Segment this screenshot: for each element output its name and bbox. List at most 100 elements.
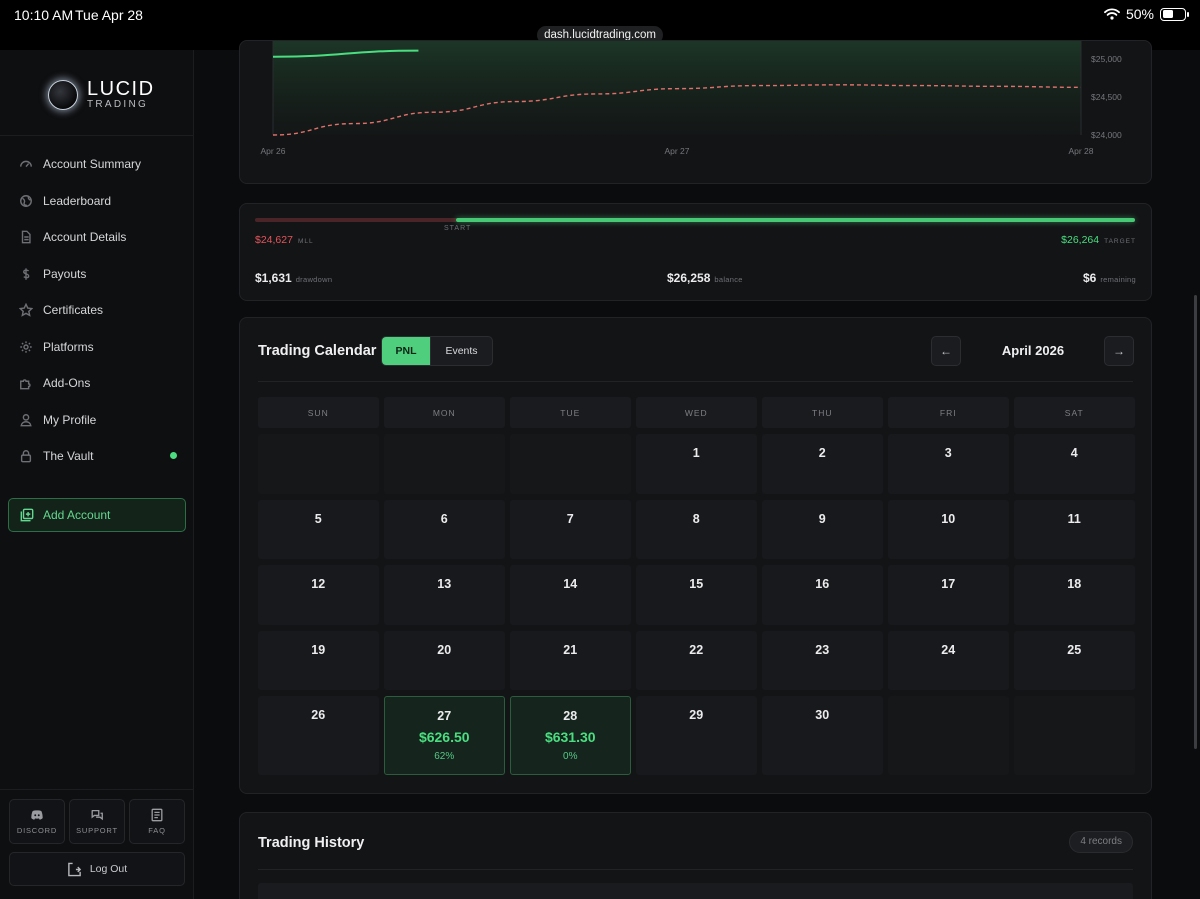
- day-number: 10: [941, 511, 956, 526]
- day-pnl-percent: 0%: [563, 751, 578, 762]
- calendar-day-30[interactable]: 30: [762, 696, 883, 775]
- drawdown-label: drawdown: [295, 275, 333, 284]
- day-number: 27: [437, 709, 452, 723]
- calendar-day-16[interactable]: 16: [762, 565, 883, 625]
- trading-calendar-card: Trading Calendar PNL Events ← April 2026…: [239, 317, 1152, 794]
- calendar-day-24[interactable]: 24: [888, 630, 1009, 690]
- day-number: 11: [1067, 511, 1081, 526]
- vault-status-dot: [170, 452, 177, 459]
- discord-button[interactable]: DISCORD: [9, 799, 65, 844]
- day-number: 2: [818, 446, 826, 460]
- faq-button[interactable]: FAQ: [129, 799, 185, 844]
- add-account-button[interactable]: Add Account: [8, 498, 186, 532]
- calendar-day-5[interactable]: 5: [258, 499, 379, 559]
- calendar-divider: [258, 381, 1133, 382]
- calendar-day-28[interactable]: 28 $631.30 0%: [510, 696, 631, 775]
- brand-logo[interactable]: LUCID TRADING: [48, 79, 155, 111]
- calendar-day-empty: [510, 434, 631, 494]
- sidebar-item-label: Account Details: [43, 230, 127, 245]
- calendar-day-20[interactable]: 20: [384, 630, 505, 690]
- sidebar-item-label: Payouts: [43, 266, 87, 281]
- page-scrollbar[interactable]: [1194, 295, 1197, 749]
- calendar-day-14[interactable]: 14: [510, 565, 631, 625]
- sidebar: LUCID TRADING Account Summary Leaderboar…: [0, 50, 194, 899]
- calendar-day-17[interactable]: 17: [888, 565, 1009, 625]
- remaining-stat: $6 remaining: [1083, 271, 1136, 285]
- logout-button[interactable]: Log Out: [9, 852, 185, 886]
- sidebar-item-payouts[interactable]: Payouts: [0, 256, 193, 293]
- calendar-day-6[interactable]: 6: [384, 499, 505, 559]
- calendar-day-9[interactable]: 9: [762, 499, 883, 559]
- battery-icon: [1160, 7, 1189, 21]
- calendar-day-10[interactable]: 10: [888, 499, 1009, 559]
- calendar-day-22[interactable]: 22: [636, 630, 757, 690]
- logout-icon: [67, 862, 81, 876]
- mll-amount: $24,627: [255, 234, 293, 246]
- lock-icon: [20, 450, 32, 463]
- pnl-toggle-button[interactable]: PNL: [382, 337, 430, 365]
- sidebar-item-account-details[interactable]: Account Details: [0, 219, 193, 256]
- sidebar-item-label: Platforms: [43, 339, 94, 354]
- calendar-days-grid: 1 2 3 4 5 6 7 8 9 10 11 12 13 14 15 16 17 18 19 20 21 22 23 24 2…: [258, 434, 1135, 775]
- calendar-day-27[interactable]: 27 $626.50 62%: [384, 696, 505, 775]
- sidebar-item-leaderboard[interactable]: Leaderboard: [0, 183, 193, 220]
- previous-month-button[interactable]: ←: [931, 336, 961, 366]
- day-number: 20: [437, 642, 452, 657]
- sidebar-item-label: Certificates: [43, 303, 104, 318]
- logo-orb-icon: [48, 80, 78, 110]
- sidebar-divider: [0, 789, 193, 790]
- calendar-day-18[interactable]: 18: [1014, 565, 1135, 625]
- history-divider: [258, 869, 1133, 870]
- sidebar-item-label: My Profile: [43, 412, 97, 427]
- day-number: 25: [1067, 642, 1082, 657]
- day-pnl-value: $631.30: [544, 729, 596, 745]
- calendar-day-12[interactable]: 12: [258, 565, 379, 625]
- calendar-day-19[interactable]: 19: [258, 630, 379, 690]
- calendar-day-3[interactable]: 3: [888, 434, 1009, 494]
- drawdown-stat: $1,631 drawdown: [255, 271, 332, 285]
- calendar-day-29[interactable]: 29: [636, 696, 757, 775]
- calendar-day-26[interactable]: 26: [258, 696, 379, 775]
- sidebar-item-platforms[interactable]: Platforms: [0, 329, 193, 366]
- faq-label: FAQ: [148, 826, 166, 835]
- calendar-day-2[interactable]: 2: [762, 434, 883, 494]
- day-pnl-value: $626.50: [418, 729, 470, 745]
- calendar-view-toggle: PNL Events: [381, 336, 493, 366]
- logout-label: Log Out: [89, 863, 128, 875]
- calendar-day-15[interactable]: 15: [636, 565, 757, 625]
- weekday-header-fri: FRI: [888, 397, 1009, 428]
- sidebar-item-my-profile[interactable]: My Profile: [0, 402, 193, 439]
- calendar-day-7[interactable]: 7: [510, 499, 631, 559]
- sidebar-item-label: Add-Ons: [43, 376, 91, 391]
- day-number: 19: [311, 642, 326, 657]
- calendar-day-4[interactable]: 4: [1014, 434, 1135, 494]
- calendar-title: Trading Calendar: [258, 343, 377, 359]
- document-icon: [21, 230, 31, 244]
- calendar-day-13[interactable]: 13: [384, 565, 505, 625]
- progress-fill: [455, 218, 1135, 222]
- sidebar-item-the-vault[interactable]: The Vault: [0, 438, 193, 475]
- sidebar-item-certificates[interactable]: Certificates: [0, 292, 193, 329]
- sidebar-item-add-ons[interactable]: Add-Ons: [0, 365, 193, 402]
- day-number: 29: [689, 708, 704, 722]
- drawdown-progress-card: START $24,627 MLL $26,264 TARGET $1,631 dra…: [239, 203, 1152, 301]
- calendar-day-25[interactable]: 25: [1014, 630, 1135, 690]
- calendar-day-1[interactable]: 1: [636, 434, 757, 494]
- calendar-day-11[interactable]: 11: [1014, 499, 1135, 559]
- mll-value: $24,627 MLL: [255, 234, 314, 246]
- add-account-label: Add Account: [43, 508, 111, 522]
- calendar-day-23[interactable]: 23: [762, 630, 883, 690]
- support-button[interactable]: SUPPORT: [69, 799, 125, 844]
- next-month-button[interactable]: →: [1104, 336, 1134, 366]
- sidebar-item-account-summary[interactable]: Account Summary: [0, 146, 193, 183]
- calendar-day-8[interactable]: 8: [636, 499, 757, 559]
- chart-x-tick-label: Apr 26: [260, 146, 285, 156]
- calendar-day-21[interactable]: 21: [510, 630, 631, 690]
- day-number: 3: [944, 446, 952, 460]
- discord-icon: [31, 810, 43, 820]
- calendar-day-empty: [384, 434, 505, 494]
- day-number: 26: [311, 708, 326, 722]
- remaining-label: remaining: [1100, 275, 1136, 284]
- day-pnl-percent: 62%: [434, 751, 455, 762]
- events-toggle-button[interactable]: Events: [430, 337, 492, 365]
